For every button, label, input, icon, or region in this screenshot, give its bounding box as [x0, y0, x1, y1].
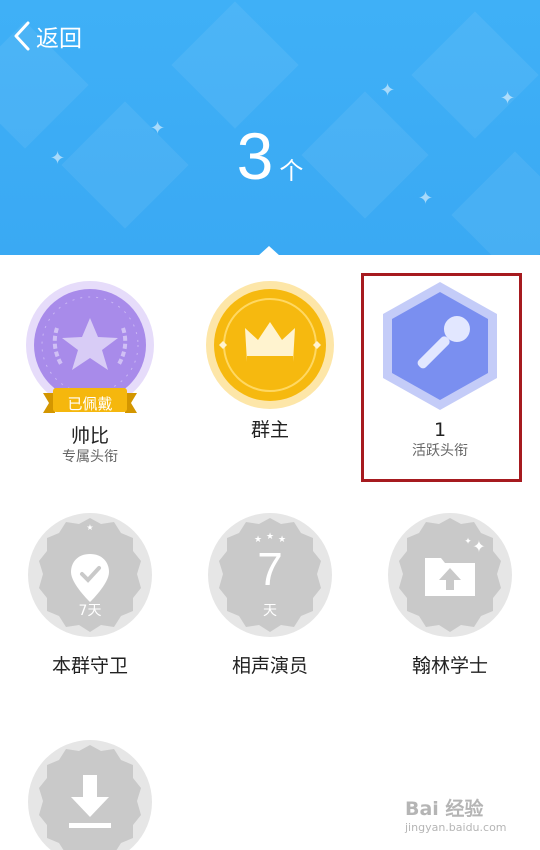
title-name: 翰林学士: [411, 655, 488, 677]
title-item-shuaibi[interactable]: 已佩戴 帅比 专属头衔: [10, 280, 170, 466]
location-check-icon: ★: [28, 513, 152, 637]
back-button[interactable]: 返回: [12, 18, 82, 54]
download-icon: [28, 740, 152, 850]
watermark-brand: Bai 经验: [405, 798, 484, 820]
title-name: 群主: [250, 419, 289, 441]
title-name: 帅比: [70, 425, 109, 447]
worn-ribbon-label: 已佩戴: [67, 395, 113, 413]
title-count: 3个: [0, 118, 540, 194]
title-name: 本群守卫: [51, 655, 128, 677]
title-item-guard[interactable]: ★ 7天 本群守卫: [10, 508, 170, 678]
header-notch: [258, 246, 280, 256]
svg-text:✦: ✦: [472, 537, 485, 556]
selection-highlight: [361, 273, 522, 482]
days-unit: 天: [263, 603, 277, 619]
title-item-qunzhu[interactable]: 群主: [190, 280, 350, 442]
title-item-comedian[interactable]: ★ ★ ★ 7 天 相声演员: [190, 508, 350, 678]
title-item-download[interactable]: [10, 735, 170, 850]
title-item-scholar[interactable]: ✦ ✦ 翰林学士: [370, 508, 530, 678]
header-banner: ✦ ✦ ✦ ✦ ✦ 返回 3个: [0, 0, 540, 255]
title-count-number: 3: [236, 119, 274, 193]
title-count-unit: 个: [279, 157, 304, 185]
folder-upload-icon: ✦ ✦: [388, 513, 512, 637]
title-subtitle: 专属头衔: [62, 449, 118, 465]
baidu-jingyan-watermark: Bai 经验 jingyan.baidu.com: [405, 794, 525, 844]
days-number: 7: [257, 543, 283, 595]
svg-text:✦: ✦: [464, 537, 472, 547]
days-label: 7天: [78, 603, 102, 619]
back-label: 返回: [36, 26, 82, 52]
svg-text:★: ★: [86, 523, 93, 532]
watermark-url: jingyan.baidu.com: [405, 821, 507, 834]
crown-icon: [206, 281, 334, 409]
svg-text:★: ★: [266, 532, 274, 542]
title-name: 相声演员: [231, 655, 308, 677]
chevron-left-icon: [14, 21, 30, 51]
